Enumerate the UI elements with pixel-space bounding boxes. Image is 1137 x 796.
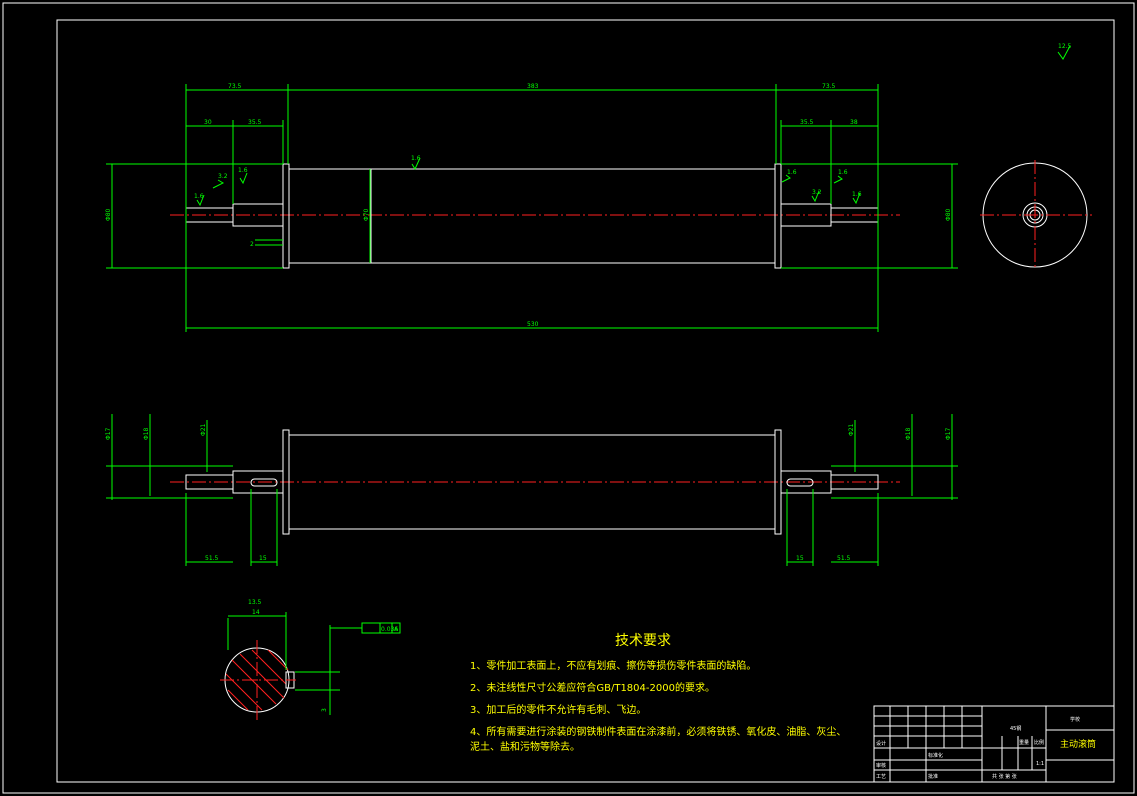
reviewer: 审核 [876,762,886,769]
svg-text:1.6: 1.6 [194,193,204,200]
svg-text:Φ21: Φ21 [200,423,207,436]
school: 学校 [1070,716,1080,723]
section-datum: A [394,626,399,633]
svg-text:Φ18: Φ18 [905,427,912,440]
svg-text:3.2: 3.2 [812,189,822,196]
designer: 设计 [876,740,886,747]
svg-text:Φ21: Φ21 [848,423,855,436]
dim-dia-left: Φ80 [105,208,112,221]
dim-dia-center: Φ70 [363,208,370,221]
part-name: 主动滚筒 [1060,738,1096,750]
dim-left-b: 35.5 [248,119,262,126]
dim-left-key: 15 [259,555,267,562]
dim-right-a: 35.5 [800,119,814,126]
dim-right-key: 15 [796,555,804,562]
svg-text:Φ17: Φ17 [945,427,952,440]
section-key-dim: 13.5 [248,599,262,606]
dim-right-len: 51.5 [837,555,851,562]
dim-left-total: 73.5 [228,83,242,90]
svg-text:Φ17: Φ17 [105,427,112,440]
requirement-item: 泥土、盐和污物等除去。 [470,740,580,753]
requirement-item: 2、未注线性尺寸公差应符合GB/T1804-2000的要求。 [470,681,715,694]
requirement-item: 3、加工后的零件不允许有毛刺、飞边。 [470,703,646,716]
roughness-marks: 1.6 1.6 3.2 1.6 1.6 3.2 1.6 1.6 [194,155,862,207]
scale-label: 比例 [1034,739,1044,746]
svg-text:1.6: 1.6 [838,169,848,176]
dim-center: 383 [527,83,539,90]
dim-left-len: 51.5 [205,555,219,562]
dim-gap: 2 [250,241,254,248]
scale-value: 1:1 [1036,761,1044,767]
sheets: 共 张 第 张 [992,773,1017,780]
section-width-dim: 14 [252,609,260,616]
top-right-flange [774,163,782,269]
svg-text:1.6: 1.6 [852,191,862,198]
title-block: 45钢 学校 主动滚筒 重量 比例 1:1 共 张 第 张 设计 审核 工艺 批… [873,705,1115,783]
standard: 标准化 [928,752,943,759]
process: 工艺 [876,774,886,780]
requirement-item: 4、所有需要进行涂装的钢铁制件表面在涂漆前，必须将铁锈、氧化皮、油脂、灰尘、 [470,725,846,738]
dim-right-total: 73.5 [822,83,836,90]
roughness-symbol-value: 12.5 [1058,43,1072,50]
dim-right-b: 38 [850,119,858,126]
approve: 批准 [928,773,938,780]
bottom-view: 51.5 15 15 51.5 Φ17 Φ18 Φ21 Φ17 Φ18 Φ21 [105,414,958,566]
end-view [980,160,1092,270]
requirements-title: 技术要求 [615,633,671,649]
svg-text:3.2: 3.2 [218,173,228,180]
dim-overall: 530 [527,321,539,328]
cad-drawing: 12.5 73.5 383 73.5 30 35.5 35.5 38 530 Φ… [2,2,1135,794]
dim-dia-right: Φ80 [945,208,952,221]
outer-frame [2,2,1135,794]
svg-text:1.6: 1.6 [411,155,421,162]
roughness-symbol: 12.5 [1057,43,1072,60]
material: 45钢 [1010,725,1021,732]
section-small-dim: 3 [321,708,328,712]
section-view: 14 13.5 0.036 A 3 [220,599,401,720]
top-view: 73.5 383 73.5 30 35.5 35.5 38 530 Φ80 Φ7… [105,83,958,332]
svg-text:1.6: 1.6 [238,167,248,174]
requirement-item: 1、零件加工表面上，不应有划痕、擦伤等损伤零件表面的缺陷。 [470,659,756,672]
svg-text:1.6: 1.6 [787,169,797,176]
top-left-flange [282,163,290,269]
weight-label: 重量 [1019,739,1029,746]
svg-text:Φ18: Φ18 [143,427,150,440]
technical-requirements: 技术要求 1、零件加工表面上，不应有划痕、擦伤等损伤零件表面的缺陷。 2、未注线… [470,633,846,753]
dim-left-a: 30 [204,119,212,126]
top-drum-body [288,168,776,264]
